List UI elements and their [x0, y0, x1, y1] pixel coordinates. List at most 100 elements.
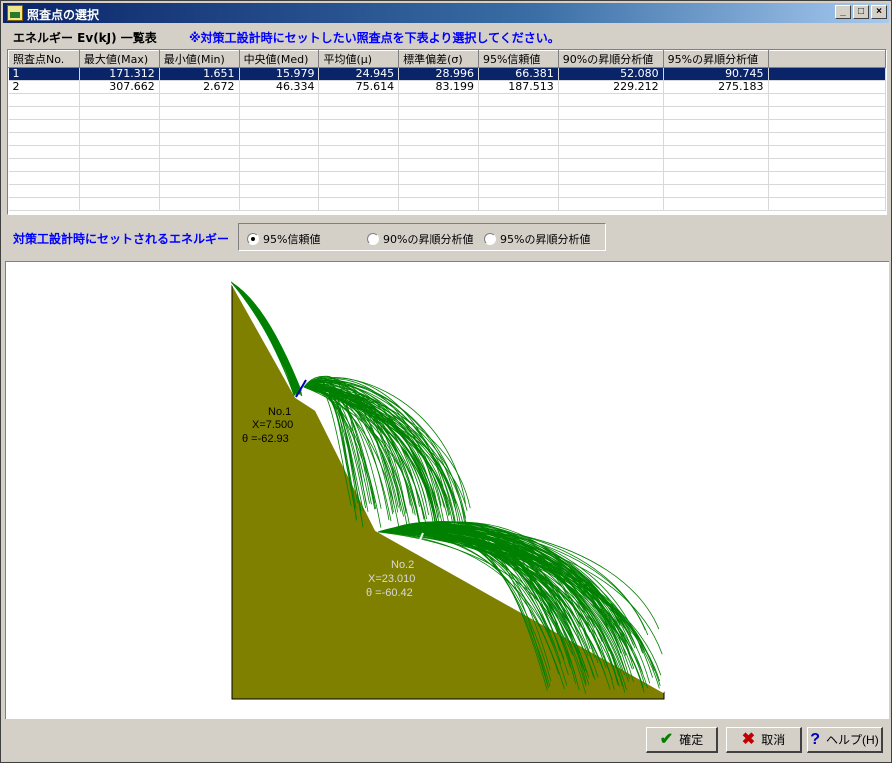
- confirm-button[interactable]: ✔ 確定: [646, 727, 718, 753]
- table-row[interactable]: [8, 158, 886, 172]
- column-header[interactable]: 95%の昇順分析値: [662, 50, 769, 68]
- table-cell[interactable]: [478, 158, 559, 172]
- table-cell[interactable]: [79, 106, 160, 120]
- table-cell[interactable]: 83.199: [398, 80, 479, 94]
- table-cell[interactable]: [398, 184, 479, 198]
- table-cell[interactable]: [398, 93, 479, 107]
- table-row[interactable]: [8, 132, 886, 146]
- table-cell[interactable]: [663, 132, 769, 146]
- table-cell[interactable]: [239, 106, 320, 120]
- cancel-button[interactable]: ✖ 取消: [726, 727, 802, 753]
- minimize-button[interactable]: _: [835, 5, 851, 19]
- table-row[interactable]: 1 171.312 1.651 15.979 24.945 28.996 66.381 52.…: [8, 67, 886, 81]
- table-cell[interactable]: [239, 132, 320, 146]
- table-cell[interactable]: [8, 197, 80, 211]
- table-row[interactable]: [8, 106, 886, 120]
- table-cell[interactable]: [318, 145, 400, 159]
- table-cell[interactable]: 90.745: [663, 67, 769, 81]
- table-cell[interactable]: [398, 119, 479, 133]
- column-header[interactable]: 標準偏差(σ): [398, 50, 479, 68]
- table-cell[interactable]: 24.945: [318, 67, 400, 81]
- table-cell[interactable]: [398, 132, 479, 146]
- table-cell[interactable]: [159, 106, 240, 120]
- help-button[interactable]: ? ヘルプ(H): [807, 727, 883, 753]
- table-cell[interactable]: [768, 145, 886, 159]
- table-cell[interactable]: [79, 119, 160, 133]
- table-cell[interactable]: [398, 106, 479, 120]
- radio-95-confidence[interactable]: 95%信頼値: [247, 231, 320, 247]
- table-cell[interactable]: [558, 171, 664, 185]
- table-cell[interactable]: [768, 93, 886, 107]
- table-row[interactable]: [8, 93, 886, 107]
- title-bar[interactable]: 照査点の選択 _ □ ×: [3, 3, 889, 23]
- table-cell[interactable]: [159, 145, 240, 159]
- radio-indicator[interactable]: [247, 233, 259, 245]
- table-cell[interactable]: 187.513: [478, 80, 559, 94]
- table-cell[interactable]: [79, 158, 160, 172]
- table-row[interactable]: [8, 145, 886, 159]
- table-cell[interactable]: [558, 132, 664, 146]
- table-cell[interactable]: [478, 171, 559, 185]
- table-cell[interactable]: [239, 184, 320, 198]
- column-header[interactable]: 中央値(Med): [238, 50, 320, 68]
- table-row[interactable]: [8, 197, 886, 211]
- table-cell[interactable]: [768, 67, 886, 81]
- table-cell[interactable]: [663, 197, 769, 211]
- radio-95-ascending[interactable]: 95%の昇順分析値: [484, 231, 590, 247]
- table-cell[interactable]: [318, 184, 400, 198]
- table-cell[interactable]: [768, 171, 886, 185]
- table-cell[interactable]: [239, 171, 320, 185]
- maximize-button[interactable]: □: [853, 5, 869, 19]
- table-cell[interactable]: [159, 158, 240, 172]
- table-cell[interactable]: 1: [8, 67, 80, 81]
- table-cell[interactable]: [8, 132, 80, 146]
- table-cell[interactable]: [558, 119, 664, 133]
- table-row[interactable]: [8, 184, 886, 198]
- table-cell[interactable]: [318, 93, 400, 107]
- table-cell[interactable]: 171.312: [79, 67, 160, 81]
- table-cell[interactable]: [318, 119, 400, 133]
- table-cell[interactable]: [768, 132, 886, 146]
- table-cell[interactable]: [8, 158, 80, 172]
- table-cell[interactable]: [159, 132, 240, 146]
- column-header[interactable]: 最小値(Min): [158, 50, 240, 68]
- table-cell[interactable]: [558, 158, 664, 172]
- table-cell[interactable]: [558, 197, 664, 211]
- table-cell[interactable]: [239, 158, 320, 172]
- table-cell[interactable]: 307.662: [79, 80, 160, 94]
- table-cell[interactable]: [159, 119, 240, 133]
- table-cell[interactable]: 28.996: [398, 67, 479, 81]
- table-cell[interactable]: [159, 197, 240, 211]
- table-cell[interactable]: [768, 119, 886, 133]
- table-cell[interactable]: [159, 171, 240, 185]
- table-cell[interactable]: [239, 93, 320, 107]
- table-cell[interactable]: [79, 184, 160, 198]
- close-button[interactable]: ×: [871, 5, 887, 19]
- energy-table[interactable]: 照査点No. 最大値(Max) 最小値(Min) 中央値(Med) 平均値(μ) 標準偏差…: [7, 49, 887, 215]
- table-cell[interactable]: [768, 184, 886, 198]
- table-cell[interactable]: [159, 184, 240, 198]
- table-row[interactable]: [8, 119, 886, 133]
- table-cell[interactable]: 52.080: [558, 67, 664, 81]
- table-cell[interactable]: [318, 132, 400, 146]
- radio-90-ascending[interactable]: 90%の昇順分析値: [367, 231, 473, 247]
- table-cell[interactable]: [398, 145, 479, 159]
- table-cell[interactable]: [478, 132, 559, 146]
- table-cell[interactable]: [768, 80, 886, 94]
- column-header[interactable]: 照査点No.: [8, 50, 80, 68]
- table-cell[interactable]: 46.334: [239, 80, 320, 94]
- table-cell[interactable]: [79, 197, 160, 211]
- table-cell[interactable]: [79, 132, 160, 146]
- table-cell[interactable]: [663, 119, 769, 133]
- table-cell[interactable]: 15.979: [239, 67, 320, 81]
- table-cell[interactable]: [663, 171, 769, 185]
- table-cell[interactable]: [768, 197, 886, 211]
- table-cell[interactable]: [239, 119, 320, 133]
- column-header[interactable]: 90%の昇順分析値: [557, 50, 664, 68]
- table-cell[interactable]: [768, 158, 886, 172]
- table-cell[interactable]: [558, 145, 664, 159]
- table-cell[interactable]: [318, 158, 400, 172]
- table-row[interactable]: [8, 171, 886, 185]
- table-cell[interactable]: [239, 145, 320, 159]
- column-header[interactable]: 平均値(μ): [318, 50, 400, 68]
